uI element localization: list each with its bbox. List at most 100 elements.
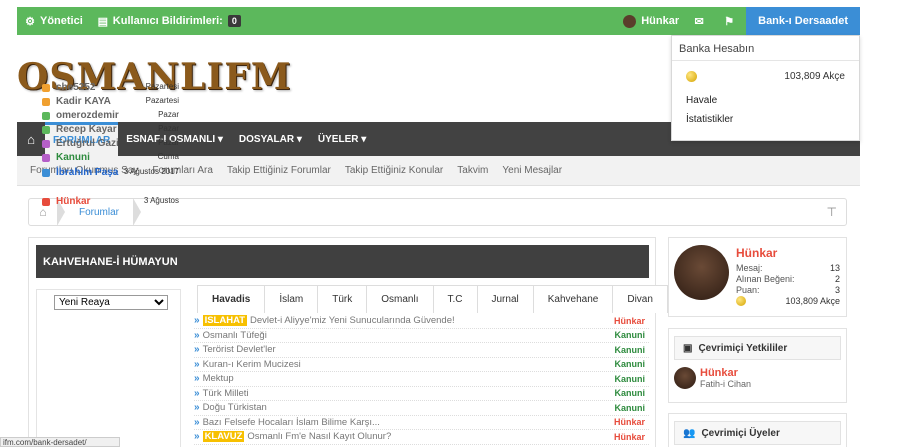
staff-name[interactable]: Hünkar bbox=[700, 367, 751, 379]
table-row[interactable]: » ISLAHAT Devlet-i Aliyye'miz Yeni Sunucul… bbox=[194, 314, 649, 329]
avatar[interactable] bbox=[674, 245, 729, 300]
topic-author[interactable]: Kanuni bbox=[615, 403, 646, 413]
member-name[interactable]: İbrahim Paşa bbox=[56, 167, 124, 178]
topic-author[interactable]: Hünkar bbox=[614, 417, 645, 427]
table-row[interactable]: » Kuran-ı Kerim Mucizesi Kanuni bbox=[194, 358, 649, 372]
tab-files[interactable]: DOSYALAR ▾ bbox=[231, 122, 310, 156]
bank-button[interactable]: Bank-ı Dersaadet bbox=[746, 7, 860, 35]
table-row[interactable]: » Doğu Türkistan Kanuni bbox=[194, 401, 649, 416]
activity-time: Pazar bbox=[158, 138, 179, 147]
user-status-icon bbox=[42, 154, 50, 162]
member-name[interactable]: Recep Kayar bbox=[56, 124, 158, 135]
avatar[interactable] bbox=[674, 367, 696, 389]
chevron-double-right-icon: » bbox=[194, 358, 200, 370]
reports-link[interactable]: ▤ Kullanıcı Bildirimleri: 0 bbox=[90, 7, 248, 35]
staff-member: Hünkar Fatih-i Cihan bbox=[669, 367, 846, 389]
member-name[interactable]: Hünkar bbox=[56, 196, 144, 207]
member-name[interactable]: Ertuğrul Gazi bbox=[56, 138, 158, 149]
kahvehane-panel: KAHVEHANE-İ HÜMAYUN Yeni Reaya che5252 Pa… bbox=[28, 82, 668, 447]
table-row[interactable]: » Bazı Felsefe Hocaları İslam Bilime Karş… bbox=[194, 416, 649, 430]
topic-tabs: Havadis İslam Türk Osmanlı T.C Jurnal Kahvehan… bbox=[197, 285, 668, 313]
topic-title[interactable]: Terörist Devlet'ler bbox=[203, 344, 276, 355]
topic-author[interactable]: Kanuni bbox=[615, 374, 646, 384]
table-row[interactable]: » Osmanlı Tüfeği Kanuni bbox=[194, 329, 649, 343]
breadcrumb-forums[interactable]: Forumlar bbox=[65, 207, 133, 218]
alerts-button[interactable]: ⚑ bbox=[716, 7, 746, 35]
chevron-double-right-icon: » bbox=[194, 431, 200, 443]
table-row[interactable]: » KLAVUZ Osmanlı Fm'e Nasıl Kayıt Olunur? H… bbox=[194, 430, 649, 445]
topic-author[interactable]: Kanuni bbox=[615, 330, 646, 340]
tab-topic-1[interactable]: İslam bbox=[264, 285, 319, 313]
tab-topic-2[interactable]: Türk bbox=[317, 285, 368, 313]
panel-title: KAHVEHANE-İ HÜMAYUN bbox=[36, 245, 649, 278]
home-icon[interactable]: ⌂ bbox=[29, 205, 57, 219]
activity-time: 3 Ağustos bbox=[143, 196, 179, 205]
bank-dropdown-title: Banka Hesabın bbox=[672, 36, 859, 61]
activity-time: Cuma bbox=[157, 152, 179, 161]
topic-title[interactable]: Bazı Felsefe Hocaları İslam Bilime Karşı… bbox=[203, 417, 380, 428]
user-status-icon bbox=[42, 198, 50, 206]
rank-select[interactable]: Yeni Reaya bbox=[54, 295, 168, 310]
member-name[interactable]: che5252 bbox=[56, 82, 146, 93]
topic-author[interactable]: Kanuni bbox=[615, 345, 646, 355]
chevron-double-right-icon: » bbox=[194, 387, 200, 399]
tab-topic-7[interactable]: Divan bbox=[612, 285, 668, 313]
coin-icon bbox=[686, 71, 697, 82]
tab-topic-6[interactable]: Kahvehane bbox=[532, 285, 614, 313]
briefcase-icon: ▣ bbox=[683, 342, 693, 354]
watched-forums-link[interactable]: Takip Ettiğiniz Forumlar bbox=[227, 165, 331, 176]
table-row[interactable]: » Mektup Kanuni bbox=[194, 372, 649, 387]
watched-threads-link[interactable]: Takip Ettiğiniz Konular bbox=[345, 165, 443, 176]
member-name[interactable]: omerozdemir bbox=[56, 110, 158, 121]
member-name[interactable]: Kanuni bbox=[56, 152, 158, 163]
activity-list: Yeni Reaya che5252 Pazartesi Kadir KAYA Paz… bbox=[36, 82, 181, 447]
topic-author[interactable]: Kanuni bbox=[615, 388, 646, 398]
user-status-icon bbox=[42, 126, 50, 134]
stat-points: Puan: 3 bbox=[736, 285, 840, 295]
topic-title[interactable]: Osmanlı Fm'e Nasıl Kayıt Olunur? bbox=[247, 431, 391, 442]
user-status-icon bbox=[42, 84, 50, 92]
list-item: Hünkar 3 Ağustos bbox=[42, 196, 182, 207]
gear-icon: ⚙ bbox=[25, 15, 35, 28]
topic-title[interactable]: Doğu Türkistan bbox=[203, 402, 267, 413]
reports-count-badge: 0 bbox=[227, 15, 241, 27]
list-item: omerozdemir Pazar bbox=[42, 110, 182, 121]
transfer-link[interactable]: Havale bbox=[672, 95, 859, 106]
tab-topic-0[interactable]: Havadis bbox=[197, 285, 266, 313]
table-row[interactable]: » Terörist Devlet'ler Kanuni bbox=[194, 343, 649, 358]
inbox-button[interactable]: ✉ bbox=[686, 7, 716, 35]
online-staff-box: ▣ Çevrimiçi Yetkililer Hünkar Fatih-i Ci… bbox=[668, 328, 847, 403]
profile-username[interactable]: Hünkar bbox=[736, 246, 777, 260]
tab-topic-4[interactable]: T.C bbox=[432, 285, 478, 313]
activity-time: 3 Ağustos 2017 bbox=[123, 167, 179, 176]
list-item: Recep Kayar Pazar bbox=[42, 124, 182, 135]
topic-title[interactable]: Mektup bbox=[203, 373, 234, 384]
member-name[interactable]: Kadir KAYA bbox=[56, 96, 146, 107]
topic-title[interactable]: Osmanlı Tüfeği bbox=[203, 330, 267, 341]
tab-topic-5[interactable]: Jurnal bbox=[476, 285, 534, 313]
statistics-link[interactable]: İstatistikler bbox=[672, 114, 859, 125]
list-item: che5252 Pazartesi bbox=[42, 82, 182, 93]
admin-link[interactable]: ⚙ Yönetici bbox=[17, 7, 90, 35]
user-menu[interactable]: Hünkar bbox=[616, 7, 686, 35]
table-row[interactable]: » Türk Milleti Kanuni bbox=[194, 387, 649, 401]
user-status-icon bbox=[42, 98, 50, 106]
prefix-badge: ISLAHAT bbox=[202, 315, 248, 327]
topic-author[interactable]: Hünkar bbox=[614, 316, 645, 326]
calendar-link[interactable]: Takvim bbox=[457, 165, 488, 176]
topic-title[interactable]: Türk Milleti bbox=[203, 388, 249, 399]
home-icon[interactable]: ⌂ bbox=[17, 122, 45, 156]
activity-time: Pazar bbox=[158, 124, 179, 133]
stat-akce: 103,809 Akçe bbox=[736, 296, 840, 306]
sitemap-icon[interactable]: ⊤ bbox=[827, 205, 837, 219]
topic-title[interactable]: Devlet-i Aliyye'miz Yeni Sunucularında G… bbox=[250, 315, 455, 326]
tab-topic-3[interactable]: Osmanlı bbox=[366, 285, 434, 313]
topic-title[interactable]: Kuran-ı Kerim Mucizesi bbox=[203, 359, 301, 370]
topic-author[interactable]: Kanuni bbox=[615, 359, 646, 369]
topic-author[interactable]: Hünkar bbox=[614, 432, 645, 442]
tab-members[interactable]: ÜYELER ▾ bbox=[310, 122, 374, 156]
flag-icon: ⚑ bbox=[724, 15, 735, 28]
new-posts-link[interactable]: Yeni Mesajlar bbox=[502, 165, 562, 176]
list-item: Kadir KAYA Pazartesi bbox=[42, 96, 182, 107]
stat-likes: Alınan Beğeni: 2 bbox=[736, 274, 840, 284]
